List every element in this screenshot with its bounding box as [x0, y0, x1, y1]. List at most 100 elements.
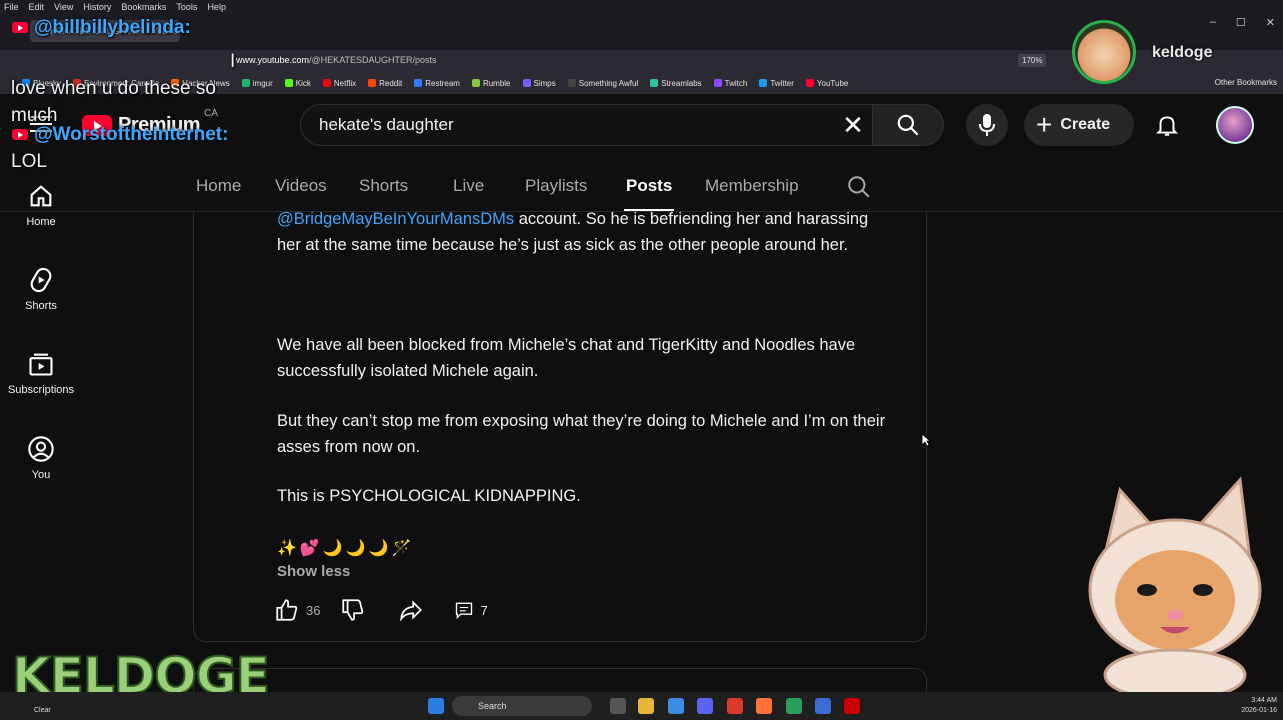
- url-path: /@HEKATESDAUGHTER/posts: [309, 55, 437, 65]
- chat-message-1-text: I love when u do these so much: [11, 48, 251, 126]
- task-view-icon[interactable]: [610, 698, 626, 714]
- bookmark-label: Rumble: [482, 78, 511, 88]
- tab-shorts[interactable]: Shorts: [359, 176, 408, 196]
- bookmark-item[interactable]: Simps: [522, 79, 556, 88]
- like-count: 36: [306, 602, 321, 618]
- tab-membership[interactable]: Membership: [705, 176, 799, 196]
- bookmark-favicon-icon: [759, 79, 768, 87]
- bookmark-label: Something Awful: [578, 78, 639, 88]
- clock-time: 3:44 AM: [1251, 697, 1277, 704]
- firefox-icon[interactable]: [756, 698, 772, 714]
- bookmark-label: YouTube: [816, 78, 849, 88]
- subscriptions-icon: [29, 353, 53, 376]
- sidebar-item-home[interactable]: Home: [0, 182, 82, 228]
- share-button[interactable]: [398, 597, 424, 623]
- create-label: Create: [1060, 116, 1111, 133]
- url-text[interactable]: www.youtube.com/@HEKATESDAUGHTER/posts: [236, 55, 437, 65]
- browser-menubar: File Edit View History Bookmarks Tools Help: [0, 0, 1283, 14]
- sidebar-item-label: Home: [26, 216, 56, 228]
- bookmark-label: Streamlabs: [661, 78, 702, 88]
- taskbar-search[interactable]: Search: [452, 696, 592, 716]
- bookmark-favicon-icon: [805, 79, 814, 87]
- plus-icon: +: [1036, 109, 1053, 140]
- file-explorer-icon[interactable]: [638, 698, 654, 714]
- dislike-button[interactable]: [340, 597, 366, 623]
- tab-home[interactable]: Home: [196, 176, 241, 196]
- search-button[interactable]: [872, 104, 944, 146]
- tab-posts[interactable]: Posts: [626, 176, 672, 196]
- maximize-button[interactable]: ☐: [1236, 16, 1246, 29]
- clear-search-icon[interactable]: ✕: [840, 112, 866, 138]
- comments-button[interactable]: 7: [454, 600, 488, 620]
- menu-item-bookmarks[interactable]: Bookmarks: [121, 2, 166, 12]
- sidebar-item-you[interactable]: You: [0, 435, 82, 481]
- menu-item-tools[interactable]: Tools: [176, 2, 197, 12]
- app-icon[interactable]: [844, 698, 860, 714]
- chat-message-2-text: LOL: [11, 151, 47, 172]
- sidebar-item-label: Subscriptions: [7, 384, 75, 396]
- bookmark-item[interactable]: Something Awful: [567, 78, 639, 88]
- show-less-button[interactable]: Show less: [277, 563, 350, 580]
- post-paragraph-3: But they can’t stop me from exposing wha…: [277, 412, 886, 456]
- post-paragraph-1: @BridgeMayBeInYourMansDMs account. So he…: [277, 207, 877, 258]
- chat-username: @WorstoftheInternet:: [34, 124, 229, 145]
- chat-message-1: @billbillybelinda:: [12, 17, 191, 39]
- post-actions: 36 7: [274, 596, 488, 624]
- notifications-bell-icon[interactable]: [1154, 112, 1180, 143]
- app-icon[interactable]: [815, 698, 831, 714]
- menu-item-view[interactable]: View: [54, 2, 73, 12]
- browser-app-icon[interactable]: [668, 698, 684, 714]
- menu-item-history[interactable]: History: [83, 2, 111, 12]
- menu-item-help[interactable]: Help: [207, 2, 226, 12]
- clock[interactable]: 3:44 AM 2026-01-16: [1241, 696, 1277, 716]
- menu-item-file[interactable]: File: [4, 2, 19, 12]
- youtube-chat-icon: [12, 129, 28, 141]
- create-button[interactable]: + Create: [1024, 104, 1134, 146]
- sidebar-item-subscriptions[interactable]: Subscriptions: [0, 350, 82, 396]
- mouse-cursor-icon: [921, 433, 931, 447]
- bookmark-favicon-icon: [368, 79, 377, 87]
- bookmark-item[interactable]: Restream: [414, 79, 460, 88]
- app-icon[interactable]: [727, 698, 743, 714]
- streamer-avatar: [1072, 20, 1136, 84]
- bookmark-item[interactable]: Kick: [284, 78, 311, 88]
- mention-link[interactable]: @BridgeMayBeInYourMansDMs: [277, 210, 514, 228]
- other-bookmarks[interactable]: Other Bookmarks: [1215, 78, 1277, 87]
- thumbs-up-icon: [276, 599, 298, 621]
- weather-status[interactable]: Clear: [34, 707, 51, 714]
- sidebar-item-shorts[interactable]: Shorts: [0, 266, 82, 312]
- chat-message-2: @WorstoftheInternet:: [12, 124, 228, 146]
- tab-playlists[interactable]: Playlists: [525, 176, 587, 196]
- tab-live[interactable]: Live: [453, 176, 484, 196]
- minimize-button[interactable]: –: [1210, 16, 1216, 29]
- bookmark-item[interactable]: YouTube: [805, 78, 849, 88]
- community-post: @BridgeMayBeInYourMansDMs account. So he…: [193, 210, 927, 642]
- zoom-level[interactable]: 170%: [1018, 54, 1047, 67]
- bookmark-item[interactable]: Twitter: [759, 79, 794, 88]
- tab-videos[interactable]: Videos: [275, 176, 327, 196]
- like-button[interactable]: 36: [274, 597, 320, 623]
- bookmark-label: Netflix: [333, 78, 357, 88]
- discord-icon[interactable]: [697, 698, 713, 714]
- search-icon: [897, 114, 919, 136]
- channel-search-icon[interactable]: [846, 174, 872, 205]
- app-icon[interactable]: [786, 698, 802, 714]
- you-icon: [28, 436, 54, 462]
- bookmark-item[interactable]: Reddit: [368, 79, 402, 88]
- search-box[interactable]: [300, 104, 872, 146]
- menu-item-edit[interactable]: Edit: [29, 2, 45, 12]
- bookmark-item[interactable]: Netflix: [322, 78, 357, 88]
- bookmark-favicon-icon: [713, 79, 722, 87]
- account-avatar[interactable]: [1216, 106, 1254, 144]
- bookmark-item[interactable]: Twitch: [713, 79, 747, 88]
- voice-search-button[interactable]: [966, 104, 1008, 146]
- bookmark-favicon-icon: [567, 79, 576, 87]
- bookmark-label: Kick: [295, 78, 311, 88]
- start-menu-icon[interactable]: [428, 698, 444, 714]
- bookmark-item[interactable]: Rumble: [471, 78, 511, 88]
- search-input[interactable]: [319, 115, 819, 135]
- bookmark-item[interactable]: Streamlabs: [650, 78, 702, 88]
- close-window-button[interactable]: ✕: [1266, 16, 1275, 29]
- chat-username: @billbillybelinda:: [34, 17, 191, 38]
- comment-count: 7: [480, 602, 488, 618]
